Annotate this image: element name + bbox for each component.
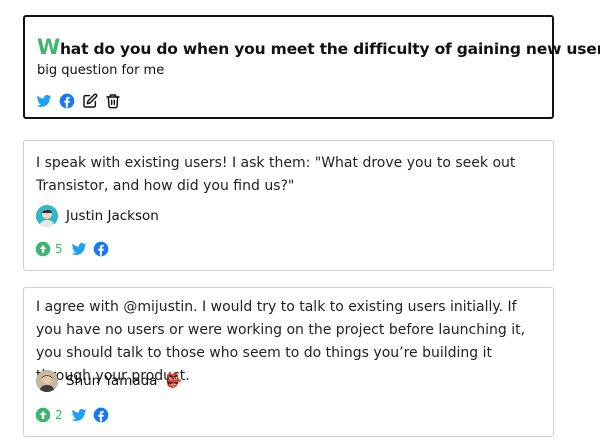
answer-actions: 2 xyxy=(35,407,109,423)
answer-card: I agree with @mijustin. I would try to t… xyxy=(23,287,554,437)
avatar[interactable] xyxy=(36,205,58,227)
vote-count: 5 xyxy=(55,242,63,256)
vote-count: 2 xyxy=(55,408,63,422)
question-title-text: hat do you do when you meet the difficul… xyxy=(59,40,600,58)
question-actions xyxy=(36,93,121,109)
answer-card: I speak with existing users! I ask them:… xyxy=(23,140,554,271)
question-title-initial: W xyxy=(37,35,60,59)
question-body: big question for me xyxy=(37,63,165,78)
facebook-icon[interactable] xyxy=(93,407,109,423)
author-name[interactable]: Shun Yamada xyxy=(66,373,157,389)
answer-author[interactable]: Shun Yamada 👺 xyxy=(36,370,182,392)
twitter-icon[interactable] xyxy=(71,241,87,257)
twitter-icon[interactable] xyxy=(36,93,52,109)
answer-actions: 5 xyxy=(35,241,109,257)
question-card: What do you do when you meet the difficu… xyxy=(23,15,600,119)
question-title: What do you do when you meet the difficu… xyxy=(37,35,600,59)
upvote-icon[interactable] xyxy=(35,241,51,257)
trash-icon[interactable] xyxy=(105,93,121,109)
answer-author[interactable]: Justin Jackson xyxy=(36,205,159,227)
author-emoji: 👺 xyxy=(165,373,182,389)
avatar[interactable] xyxy=(36,370,58,392)
author-name[interactable]: Justin Jackson xyxy=(66,208,159,224)
answer-text: I speak with existing users! I ask them:… xyxy=(36,155,516,194)
upvote-icon[interactable] xyxy=(35,407,51,423)
edit-icon[interactable] xyxy=(82,93,98,109)
facebook-icon[interactable] xyxy=(93,241,109,257)
twitter-icon[interactable] xyxy=(71,407,87,423)
facebook-icon[interactable] xyxy=(59,93,75,109)
